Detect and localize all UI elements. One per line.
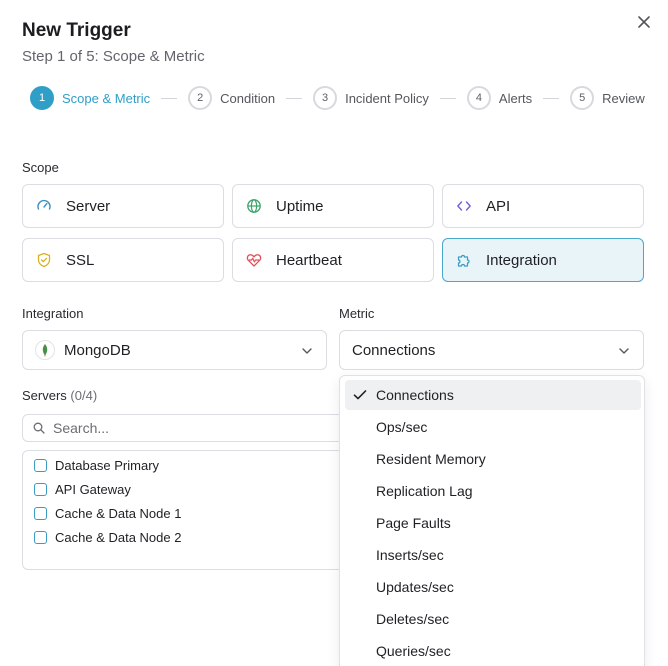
metric-option-label: Resident Memory (376, 451, 486, 467)
search-input[interactable] (51, 419, 335, 437)
metric-option-ops-sec[interactable]: Ops/sec (345, 412, 641, 442)
chevron-down-icon (617, 344, 631, 358)
stepper: 1 Scope & Metric 2 Condition 3 Incident … (30, 86, 645, 110)
metric-label: Metric (339, 306, 375, 321)
server-checkbox[interactable] (34, 458, 47, 472)
step-number: 1 (30, 86, 54, 110)
server-item-cache-node-2[interactable]: Cache & Data Node 2 (34, 528, 181, 546)
step-divider (286, 97, 303, 99)
server-item-cache-node-1[interactable]: Cache & Data Node 1 (34, 504, 181, 522)
step-review[interactable]: 5 Review (570, 86, 645, 110)
servers-count: (0/4) (70, 388, 98, 403)
scope-option-label: Integration (486, 251, 557, 269)
gauge-icon (36, 198, 52, 214)
scope-option-server[interactable]: Server (22, 184, 224, 228)
step-condition[interactable]: 2 Condition (188, 86, 275, 110)
server-checkbox[interactable] (34, 506, 47, 520)
metric-option-label: Deletes/sec (376, 611, 450, 627)
server-checkbox[interactable] (34, 482, 47, 496)
scope-option-integration[interactable]: Integration (442, 238, 644, 282)
metric-option-updates-sec[interactable]: Updates/sec (345, 572, 641, 602)
step-label: Scope & Metric (62, 90, 151, 106)
new-trigger-dialog: New Trigger Step 1 of 5: Scope & Metric … (0, 0, 668, 666)
server-name: API Gateway (55, 481, 131, 497)
scope-option-heartbeat[interactable]: Heartbeat (232, 238, 434, 282)
metric-value: Connections (352, 341, 436, 359)
heart-pulse-icon (246, 252, 262, 268)
step-label: Alerts (498, 90, 533, 106)
step-label: Condition (220, 90, 276, 106)
step-label: Review (602, 90, 645, 106)
server-list: Database Primary API Gateway Cache & Dat… (22, 450, 352, 570)
servers-label: Servers (0/4) (22, 388, 97, 403)
dialog-subtitle: Step 1 of 5: Scope & Metric (22, 48, 205, 65)
step-number: 4 (466, 86, 491, 110)
dialog-title: New Trigger (22, 20, 131, 41)
step-divider (543, 97, 560, 99)
metric-option-queries-sec[interactable]: Queries/sec (345, 636, 641, 666)
metric-select[interactable]: Connections (339, 330, 644, 370)
metric-option-connections[interactable]: Connections (345, 380, 641, 410)
metric-option-label: Connections (376, 387, 454, 403)
check-icon (353, 389, 367, 401)
step-divider (161, 97, 178, 99)
step-number: 2 (188, 86, 213, 110)
close-icon[interactable] (634, 12, 654, 32)
metric-option-label: Replication Lag (376, 483, 473, 499)
step-label: Incident Policy (345, 90, 429, 106)
mongodb-leaf-icon (35, 340, 55, 360)
globe-icon (246, 198, 262, 214)
server-item-api-gateway[interactable]: API Gateway (34, 480, 131, 498)
metric-option-label: Inserts/sec (376, 547, 444, 563)
metric-option-replication-lag[interactable]: Replication Lag (345, 476, 641, 506)
metric-dropdown-menu: Connections Ops/sec Resident Memory Repl… (339, 375, 645, 666)
step-scope-metric[interactable]: 1 Scope & Metric (30, 86, 150, 110)
puzzle-icon (456, 252, 472, 268)
metric-option-label: Page Faults (376, 515, 451, 531)
step-alerts[interactable]: 4 Alerts (466, 86, 533, 110)
shield-check-icon (36, 252, 52, 268)
integration-label: Integration (22, 306, 84, 321)
integration-value: MongoDB (64, 341, 131, 359)
search-icon (33, 422, 45, 434)
chevron-down-icon (300, 344, 314, 358)
metric-option-page-faults[interactable]: Page Faults (345, 508, 641, 538)
server-name: Cache & Data Node 2 (55, 529, 182, 545)
scope-label: Scope (22, 160, 59, 175)
metric-option-label: Updates/sec (376, 579, 454, 595)
step-divider (439, 97, 456, 99)
scope-option-uptime[interactable]: Uptime (232, 184, 434, 228)
server-name: Cache & Data Node 1 (55, 505, 182, 521)
code-icon (456, 198, 472, 214)
scope-option-label: Heartbeat (276, 251, 342, 269)
scope-option-label: Uptime (276, 197, 324, 215)
integration-select[interactable]: MongoDB (22, 330, 327, 370)
server-checkbox[interactable] (34, 530, 47, 544)
server-item-database-primary[interactable]: Database Primary (34, 456, 159, 474)
metric-option-label: Ops/sec (376, 419, 428, 435)
step-incident-policy[interactable]: 3 Incident Policy (313, 86, 429, 110)
scope-option-api[interactable]: API (442, 184, 644, 228)
step-number: 5 (570, 86, 595, 110)
step-number: 3 (313, 86, 338, 110)
scope-option-label: SSL (66, 251, 95, 269)
metric-option-inserts-sec[interactable]: Inserts/sec (345, 540, 641, 570)
server-name: Database Primary (55, 457, 160, 473)
servers-label-text: Servers (22, 388, 67, 403)
metric-option-resident-memory[interactable]: Resident Memory (345, 444, 641, 474)
scope-option-label: Server (66, 197, 111, 215)
scope-option-label: API (486, 197, 511, 215)
server-search[interactable] (22, 414, 352, 442)
metric-option-label: Queries/sec (376, 643, 451, 659)
metric-option-deletes-sec[interactable]: Deletes/sec (345, 604, 641, 634)
scope-option-ssl[interactable]: SSL (22, 238, 224, 282)
